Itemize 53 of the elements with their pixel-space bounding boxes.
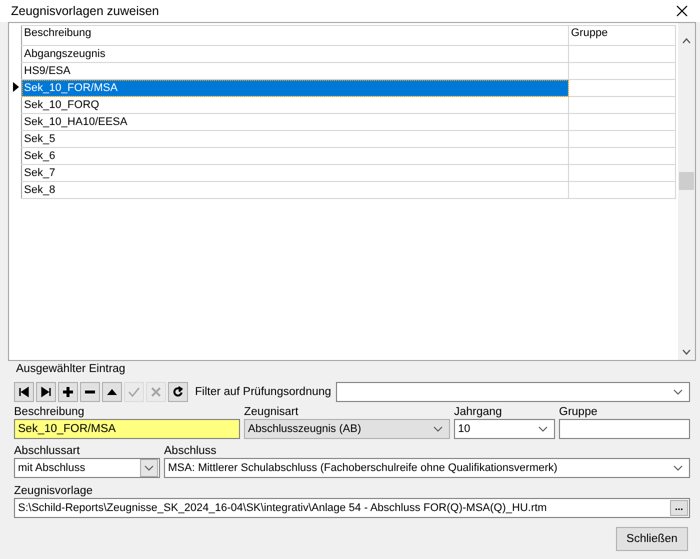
browse-button[interactable]: ...: [670, 500, 688, 516]
field-label: Abschlussart: [14, 445, 81, 458]
close-icon[interactable]: [676, 5, 688, 17]
input-field[interactable]: Sek_10_FOR/MSA: [14, 419, 240, 439]
chevron-icon: [144, 465, 154, 471]
skip-first-icon: [18, 386, 30, 398]
toolbar-button[interactable]: [80, 382, 100, 402]
table-cell[interactable]: Abgangszeugnis: [22, 46, 568, 62]
input-field[interactable]: [559, 419, 690, 439]
dropdown-button[interactable]: [140, 459, 158, 477]
toolbar-button[interactable]: [36, 382, 56, 402]
table-cell[interactable]: Sek_10_FORQ: [22, 96, 568, 114]
column-header[interactable]: Gruppe: [568, 26, 676, 46]
toolbar-button[interactable]: [168, 382, 188, 402]
table-cell[interactable]: Sek_7: [22, 164, 568, 182]
field-label: Gruppe: [559, 406, 598, 419]
field-label: Zeugnisvorlage: [14, 485, 94, 498]
toolbar-button[interactable]: [102, 382, 122, 402]
column-header[interactable]: Beschreibung: [22, 26, 568, 46]
dropdown[interactable]: 10: [454, 419, 555, 439]
field-label: Jahrgang: [454, 406, 503, 419]
checkmark-icon: [128, 386, 140, 398]
scroll-down-icon[interactable]: [682, 349, 691, 355]
group-label: Ausgewählter Eintrag: [16, 363, 126, 377]
filter-label: Filter auf Prüfungsordnung: [195, 386, 332, 398]
row-pointer-icon: [13, 82, 19, 92]
refresh-icon: [172, 386, 184, 398]
filter-dropdown[interactable]: [336, 382, 690, 402]
scrollbar[interactable]: [678, 23, 695, 360]
skip-last-icon: [40, 386, 52, 398]
table-cell[interactable]: Sek_5: [22, 130, 568, 148]
file-path-field[interactable]: S:\Schild-Reports\Zeugnisse_SK_2024_16-04\SK\integrativ\Anlage 54 - Abschluss FOR(Q)-MSA(Q)_HU.rtm ...: [14, 498, 690, 518]
dropdown[interactable]: MSA: Mittlerer Schulabschluss (Fachoberschulreife ohne Qualifikationsvermerk): [164, 458, 690, 478]
plus-icon: [62, 386, 74, 398]
cross-icon: [150, 386, 162, 398]
field-label: Beschreibung: [14, 406, 86, 419]
table-cell[interactable]: Sek_10_HA10/EESA: [22, 114, 568, 130]
table-cell[interactable]: Sek_6: [22, 148, 568, 164]
field-label: Zeugnisart: [244, 406, 300, 419]
table-cell[interactable]: Sek_8: [22, 182, 568, 198]
chevron-icon: [538, 426, 548, 432]
chevron-icon: [673, 389, 683, 395]
toolbar-button[interactable]: [58, 382, 78, 402]
chevron-icon: [433, 426, 443, 432]
field-label: Abschluss: [164, 445, 218, 458]
table-cell[interactable]: Sek_10_FOR/MSA: [22, 80, 568, 96]
toolbar-button[interactable]: [14, 382, 34, 402]
dropdown[interactable]: mit Abschluss: [14, 458, 160, 478]
scroll-up-icon[interactable]: [682, 38, 691, 44]
close-button[interactable]: Schließen: [616, 527, 688, 551]
window-title: Zeugnisvorlagen zuweisen: [11, 4, 160, 18]
scroll-thumb[interactable]: [679, 172, 694, 190]
chevron-icon: [673, 465, 683, 471]
